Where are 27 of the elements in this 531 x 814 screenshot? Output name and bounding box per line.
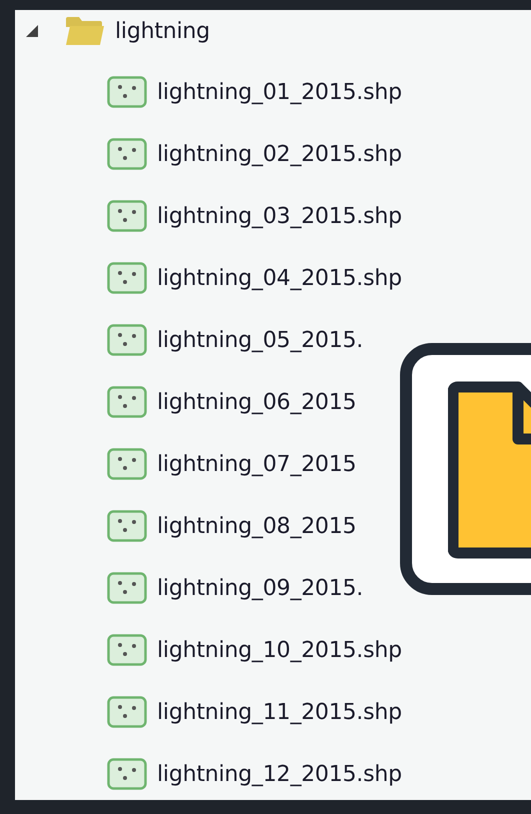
folder-name[interactable]: lightning bbox=[115, 18, 210, 44]
file-name[interactable]: lightning_10_2015.shp bbox=[157, 638, 402, 662]
shapefile-icon bbox=[107, 510, 147, 542]
shapefile-icon bbox=[107, 696, 147, 728]
file-name[interactable]: lightning_08_2015 bbox=[157, 514, 356, 538]
file-name[interactable]: lightning_11_2015.shp bbox=[157, 700, 402, 724]
shapefile-icon bbox=[107, 76, 147, 108]
file-name[interactable]: lightning_05_2015. bbox=[157, 328, 364, 352]
shapefile-icon bbox=[107, 200, 147, 232]
file-name[interactable]: lightning_04_2015.shp bbox=[157, 266, 402, 290]
shapefile-icon bbox=[107, 138, 147, 170]
file-name[interactable]: lightning_12_2015.shp bbox=[157, 762, 402, 786]
folder-icon bbox=[65, 15, 105, 47]
file-name[interactable]: lightning_06_2015 bbox=[157, 390, 356, 414]
shapefile-icon bbox=[107, 758, 147, 790]
file-name[interactable]: lightning_07_2015 bbox=[157, 452, 356, 476]
shapefile-icon bbox=[107, 324, 147, 356]
shapefile-icon bbox=[107, 262, 147, 294]
shapefile-icon bbox=[107, 448, 147, 480]
shapefile-icon bbox=[107, 572, 147, 604]
collapse-arrow-icon[interactable] bbox=[25, 24, 39, 38]
file-name[interactable]: lightning_01_2015.shp bbox=[157, 80, 402, 104]
file-name[interactable]: lightning_03_2015.shp bbox=[157, 204, 402, 228]
file-name[interactable]: lightning_09_2015. bbox=[157, 576, 364, 600]
shapefile-icon bbox=[107, 634, 147, 666]
shapefile-icon bbox=[107, 386, 147, 418]
file-name[interactable]: lightning_02_2015.shp bbox=[157, 142, 402, 166]
